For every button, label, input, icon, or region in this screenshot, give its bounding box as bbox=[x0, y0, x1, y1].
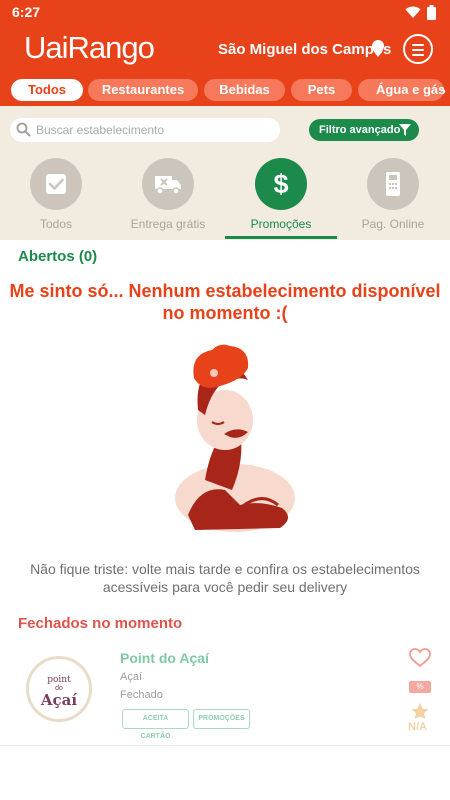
hamburger-line-icon bbox=[412, 54, 424, 56]
card-terminal-icon bbox=[386, 172, 400, 196]
check-square-icon bbox=[46, 174, 66, 194]
tab-todos-circle bbox=[30, 158, 82, 210]
advanced-filter-button[interactable]: Filtro avançado bbox=[309, 119, 419, 141]
store-name: Point do Açaí bbox=[120, 650, 209, 666]
store-logo-text-main: Açaí bbox=[40, 691, 78, 709]
tab-pag-online[interactable]: Pag. Online bbox=[337, 152, 449, 240]
dollar-icon: $ bbox=[273, 169, 288, 199]
rating-star-icon bbox=[411, 703, 429, 720]
tab-promocoes[interactable]: $ Promoções bbox=[225, 152, 337, 240]
status-icons bbox=[405, 5, 436, 20]
active-tab-indicator bbox=[225, 236, 337, 239]
empty-state-text: Não fique triste: volte mais tarde e con… bbox=[10, 560, 440, 596]
status-bar: 6:27 bbox=[0, 0, 450, 24]
delivery-truck-icon bbox=[155, 176, 181, 195]
empty-state-title: Me sinto só... Nenhum estabelecimento di… bbox=[0, 280, 450, 324]
hamburger-line-icon bbox=[412, 49, 424, 51]
lonely-chef-illustration bbox=[175, 344, 295, 532]
city-selector[interactable]: São Miguel dos Campos bbox=[218, 41, 391, 58]
favorite-heart-icon[interactable] bbox=[409, 648, 431, 668]
category-chip-bar: Todos Restaurantes Bebidas Pets Água e g… bbox=[0, 76, 450, 106]
store-category: Açaí bbox=[120, 671, 143, 683]
open-section-title: Abertos (0) bbox=[18, 248, 98, 265]
tab-pag-online-circle bbox=[367, 158, 419, 210]
closed-section-title: Fechados no momento bbox=[18, 615, 183, 632]
chevron-right-icon[interactable]: › bbox=[441, 82, 446, 98]
store-card[interactable]: point do Açaí Point do Açaí Açaí Fechado… bbox=[0, 640, 450, 746]
tab-promocoes-circle: $ bbox=[255, 158, 307, 210]
tab-promocoes-label: Promoções bbox=[250, 217, 312, 231]
chip-bebidas[interactable]: Bebidas bbox=[204, 79, 285, 101]
chip-restaurantes[interactable]: Restaurantes bbox=[88, 79, 198, 101]
tab-todos[interactable]: Todos bbox=[0, 152, 112, 240]
empty-state-text-line2: acessíveis para você pedir seu delivery bbox=[102, 579, 348, 595]
location-pin-icon[interactable] bbox=[372, 40, 384, 57]
chip-pets[interactable]: Pets bbox=[291, 79, 352, 101]
search-row: Filtro avançado bbox=[0, 106, 450, 152]
tab-pag-online-label: Pag. Online bbox=[361, 217, 425, 231]
promo-percent-tag: % bbox=[409, 681, 431, 693]
search-input[interactable] bbox=[36, 121, 272, 139]
hamburger-line-icon bbox=[412, 44, 424, 46]
store-logo-text-top: point bbox=[47, 675, 71, 685]
wifi-icon bbox=[405, 6, 421, 18]
tab-entrega-gratis-circle bbox=[142, 158, 194, 210]
search-box bbox=[10, 118, 280, 142]
badge-promocoes: PROMOÇÕES bbox=[193, 709, 250, 729]
app-logo: UaiRango bbox=[24, 30, 155, 65]
battery-icon bbox=[427, 5, 436, 20]
store-rating: N/A bbox=[408, 721, 427, 733]
empty-state-title-line1: Me sinto só... Nenhum estabelecimento di… bbox=[9, 281, 441, 301]
menu-button[interactable] bbox=[403, 34, 433, 64]
tab-todos-label: Todos bbox=[39, 217, 73, 231]
tab-entrega-gratis-label: Entrega grátis bbox=[130, 217, 206, 231]
empty-state-text-line1: Não fique triste: volte mais tarde e con… bbox=[30, 561, 420, 577]
status-time: 6:27 bbox=[12, 4, 41, 20]
chip-todos[interactable]: Todos bbox=[11, 79, 83, 101]
search-icon bbox=[16, 122, 31, 137]
store-logo: point do Açaí bbox=[26, 656, 92, 722]
filter-funnel-icon bbox=[399, 124, 411, 136]
empty-state-title-line2: no momento :( bbox=[162, 303, 288, 323]
badge-aceita-cartao: ACEITA CARTÃO bbox=[122, 709, 189, 740]
tab-entrega-gratis[interactable]: Entrega grátis bbox=[112, 152, 224, 240]
chip-agua-e-gas[interactable]: Água e gás bbox=[358, 79, 444, 101]
store-status: Fechado bbox=[120, 689, 163, 701]
svg-text:$: $ bbox=[273, 169, 288, 199]
filter-tabs: Todos Entrega grátis $ Promoções Pag. On… bbox=[0, 152, 450, 240]
app-header: UaiRango São Miguel dos Campos bbox=[0, 24, 450, 76]
advanced-filter-label: Filtro avançado bbox=[319, 124, 401, 136]
